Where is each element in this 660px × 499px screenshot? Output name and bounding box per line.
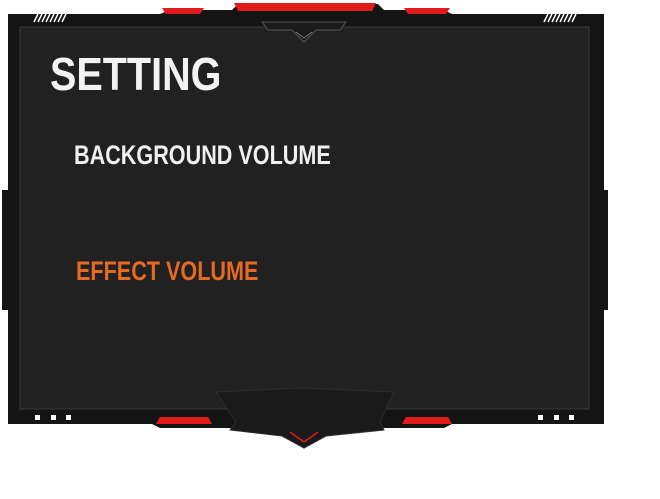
bottom-center-emblem (215, 387, 395, 449)
top-right-red-accent (404, 8, 450, 14)
left-side-notch (2, 190, 10, 310)
effect-volume-option[interactable]: EFFECT VOLUME (76, 255, 258, 287)
top-left-red-accent (162, 8, 204, 14)
bottom-left-red-accent (156, 417, 212, 424)
settings-title: SETTING (50, 48, 222, 100)
background-volume-option[interactable]: BACKGROUND VOLUME (74, 139, 331, 171)
top-center-red-accent (234, 3, 376, 11)
right-side-notch (600, 190, 608, 310)
bottom-right-red-accent (402, 417, 452, 424)
